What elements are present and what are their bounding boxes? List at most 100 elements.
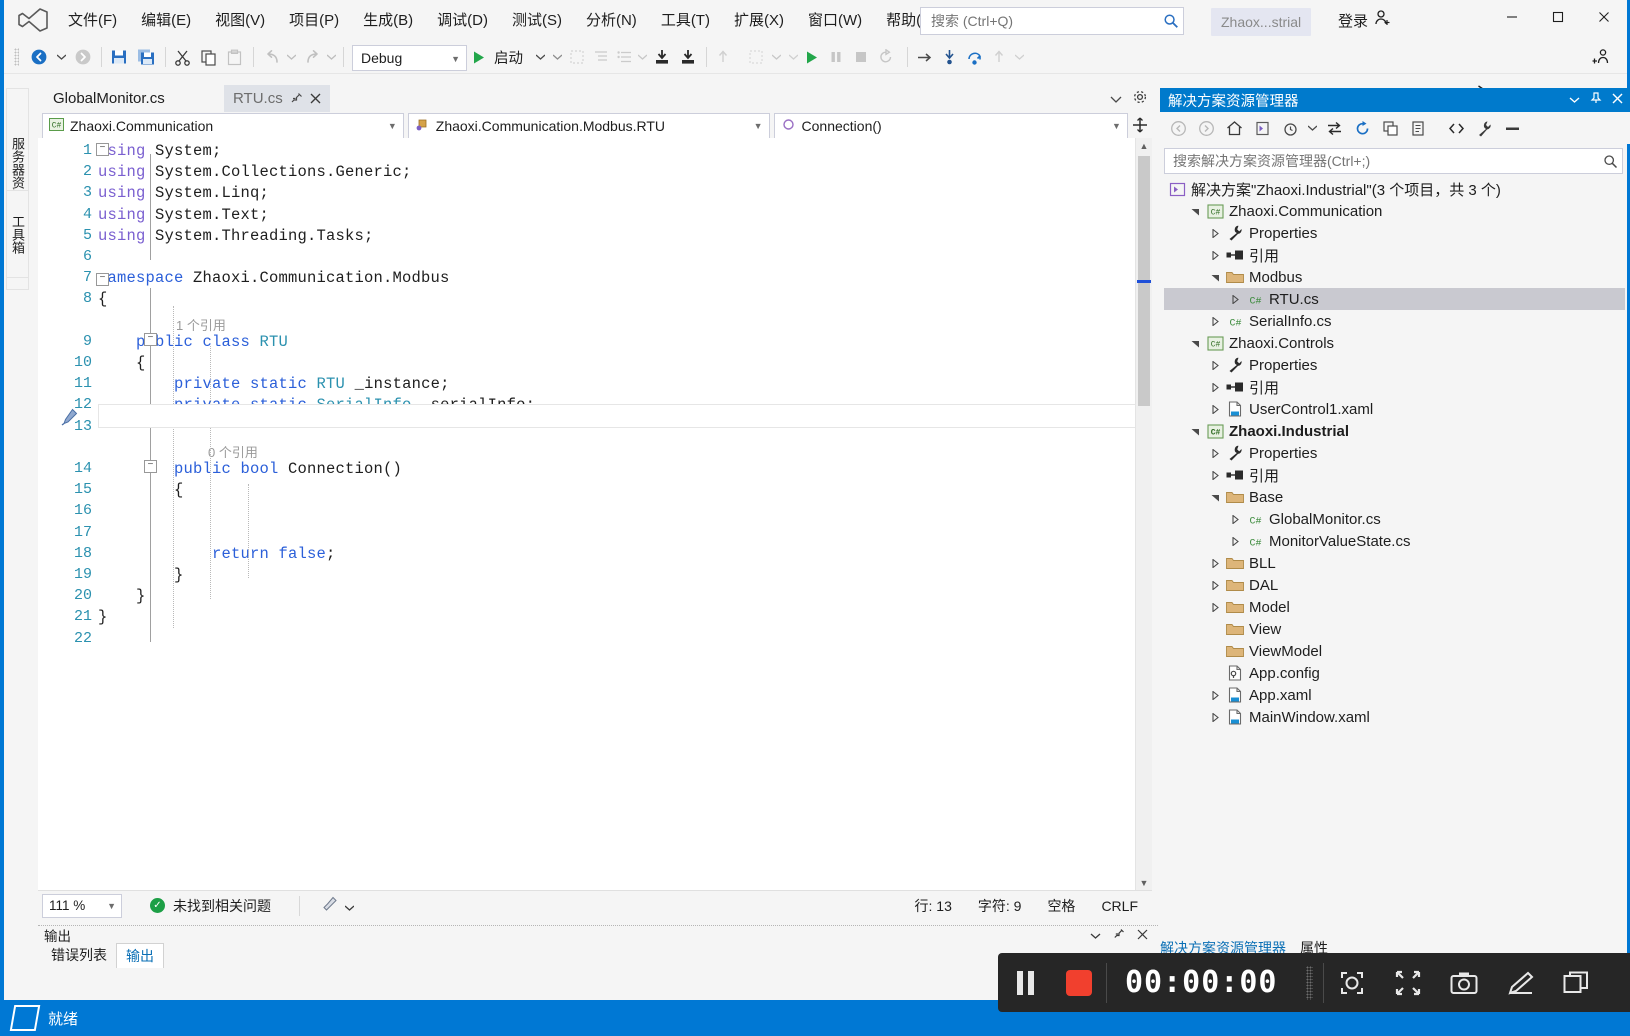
chevron-collapsed-icon[interactable] [1206, 470, 1224, 480]
step-out-icon[interactable] [711, 44, 735, 70]
code-line[interactable]: namespace Zhaoxi.Communication.Modbus [98, 269, 450, 287]
pin-tab-icon[interactable] [290, 92, 303, 105]
code-line[interactable]: using System.Text; [98, 206, 269, 224]
tab-globalmonitor-cs[interactable]: GlobalMonitor.cs [44, 85, 174, 112]
editor-vertical-scrollbar[interactable]: ▲ ▼ [1135, 138, 1152, 891]
scroll-down-arrow[interactable]: ▼ [1136, 875, 1152, 891]
home-icon[interactable] [1222, 116, 1246, 140]
indent-icon[interactable] [590, 44, 612, 70]
chevron-expanded-icon[interactable] [1186, 339, 1204, 348]
step-over-2-icon[interactable] [962, 44, 986, 70]
cut-button[interactable] [170, 44, 194, 70]
tree-item-base[interactable]: Base [1164, 486, 1625, 508]
solution-configuration-combo[interactable]: Debug ▼ [352, 45, 467, 71]
navigate-forward-button[interactable] [70, 44, 96, 70]
tree-item-modbus[interactable]: Modbus [1164, 266, 1625, 288]
recorder-screenshot-button[interactable] [1436, 953, 1492, 1012]
solution-search-input[interactable] [1171, 152, 1598, 170]
code-line[interactable]: { [98, 354, 146, 372]
step-into-2-icon[interactable] [937, 44, 961, 70]
tree-item-properties[interactable]: Properties [1164, 222, 1625, 244]
step-out-2-icon[interactable] [987, 44, 1011, 70]
tree-item-zhaoxi-communication[interactable]: C# Zhaoxi.Communication [1164, 200, 1625, 222]
pause-icon[interactable] [824, 44, 848, 70]
tree-item-bll[interactable]: BLL [1164, 552, 1625, 574]
continue-icon[interactable] [799, 44, 823, 70]
chevron-collapsed-icon[interactable] [1206, 228, 1224, 238]
chevron-collapsed-icon[interactable] [1206, 250, 1224, 260]
tree-item-globalmonitor-cs[interactable]: C# GlobalMonitor.cs [1164, 508, 1625, 530]
chevron-collapsed-icon[interactable] [1206, 360, 1224, 370]
tab-list-dropdown-icon[interactable] [1110, 91, 1122, 107]
sync-with-active-document-icon[interactable] [1322, 116, 1346, 140]
solution-root-node[interactable]: 解决方案"Zhaoxi.Industrial"(3 个项目，共 3 个) [1164, 178, 1625, 200]
codelens-reference-count[interactable]: 0 个引用 [208, 442, 258, 461]
tree-item-dal[interactable]: DAL [1164, 574, 1625, 596]
step-next-statement-icon[interactable] [912, 44, 936, 70]
feedback-icon[interactable] [1587, 44, 1613, 70]
code-cleanup-button[interactable] [322, 896, 355, 915]
tree-item-serialinfo-cs[interactable]: C# SerialInfo.cs [1164, 310, 1625, 332]
code-line[interactable]: } [98, 566, 184, 584]
breakpoints-dropdown[interactable] [770, 44, 783, 70]
code-line[interactable]: { [98, 481, 184, 499]
codelens-reference-count[interactable]: 1 个引用 [176, 315, 226, 334]
fold-toggle-class[interactable]: − [144, 333, 157, 346]
navigate-back-button[interactable] [26, 44, 52, 70]
collapse-all-icon[interactable] [1378, 116, 1402, 140]
chevron-collapsed-icon[interactable] [1206, 690, 1224, 700]
search-input[interactable] [929, 9, 1159, 33]
panel-pin-icon[interactable] [1113, 928, 1125, 943]
navbar-member-combo[interactable]: Connection() ▼ [773, 113, 1128, 139]
redo-button[interactable] [300, 44, 324, 70]
undo-button[interactable] [260, 44, 284, 70]
close-tab-icon[interactable] [310, 93, 321, 104]
pending-changes-icon[interactable] [1278, 116, 1302, 140]
panel-dropdown-icon[interactable] [1090, 928, 1101, 943]
scroll-up-arrow[interactable]: ▲ [1136, 138, 1152, 154]
panel-close-icon[interactable] [1612, 92, 1623, 108]
recorder-annotate-button[interactable] [1492, 953, 1548, 1012]
code-line[interactable]: } [98, 587, 146, 605]
tree-item-model[interactable]: Model [1164, 596, 1625, 618]
chevron-expanded-icon[interactable] [1186, 427, 1204, 436]
paste-button[interactable] [222, 44, 246, 70]
chevron-collapsed-icon[interactable] [1206, 404, 1224, 414]
toolbar-grip[interactable] [14, 48, 19, 66]
properties-wrench-icon[interactable] [1472, 116, 1496, 140]
menu-edit[interactable]: 编辑(E) [129, 8, 203, 34]
recorder-fullscreen-button[interactable] [1380, 953, 1436, 1012]
step-over-icon[interactable] [675, 44, 701, 70]
editor-settings-gear-icon[interactable] [1132, 89, 1148, 108]
chevron-expanded-icon[interactable] [1206, 493, 1224, 502]
pending-changes-dropdown[interactable] [1306, 116, 1318, 140]
issues-indicator[interactable]: ✓ 未找到相关问题 [150, 896, 271, 916]
chevron-collapsed-icon[interactable] [1206, 712, 1224, 722]
refresh-icon[interactable] [1350, 116, 1374, 140]
tree-item-[interactable]: 引用 [1164, 464, 1625, 486]
undo-dropdown[interactable] [285, 44, 298, 70]
tree-item-app-config[interactable]: App.config [1164, 662, 1625, 684]
breakpoints-icon[interactable] [744, 44, 768, 70]
chevron-collapsed-icon[interactable] [1206, 558, 1224, 568]
code-line[interactable]: using System.Linq; [98, 184, 269, 202]
solution-view-icon[interactable] [1250, 116, 1274, 140]
menu-tools[interactable]: 工具(T) [649, 8, 722, 34]
chevron-collapsed-icon[interactable] [1206, 448, 1224, 458]
menu-project[interactable]: 项目(P) [277, 8, 351, 34]
copy-button[interactable] [196, 44, 220, 70]
chevron-expanded-icon[interactable] [1206, 273, 1224, 282]
code-line[interactable]: public class RTU [98, 333, 288, 351]
tab-error-list[interactable]: 错误列表 [42, 943, 116, 967]
fold-toggle-method[interactable]: − [144, 460, 157, 473]
fold-toggle-usings[interactable]: − [96, 143, 109, 156]
chevron-collapsed-icon[interactable] [1226, 294, 1244, 304]
code-line[interactable]: } [98, 608, 108, 626]
quick-actions-brush-icon[interactable] [60, 408, 78, 426]
window-menu-icon[interactable] [1569, 92, 1580, 108]
menu-build[interactable]: 生成(B) [351, 8, 425, 34]
tree-item-monitorvaluestate-cs[interactable]: C# MonitorValueState.cs [1164, 530, 1625, 552]
comment-dropdown[interactable] [636, 44, 649, 70]
view-code-icon[interactable] [1444, 116, 1468, 140]
search-icon[interactable] [1598, 154, 1622, 169]
